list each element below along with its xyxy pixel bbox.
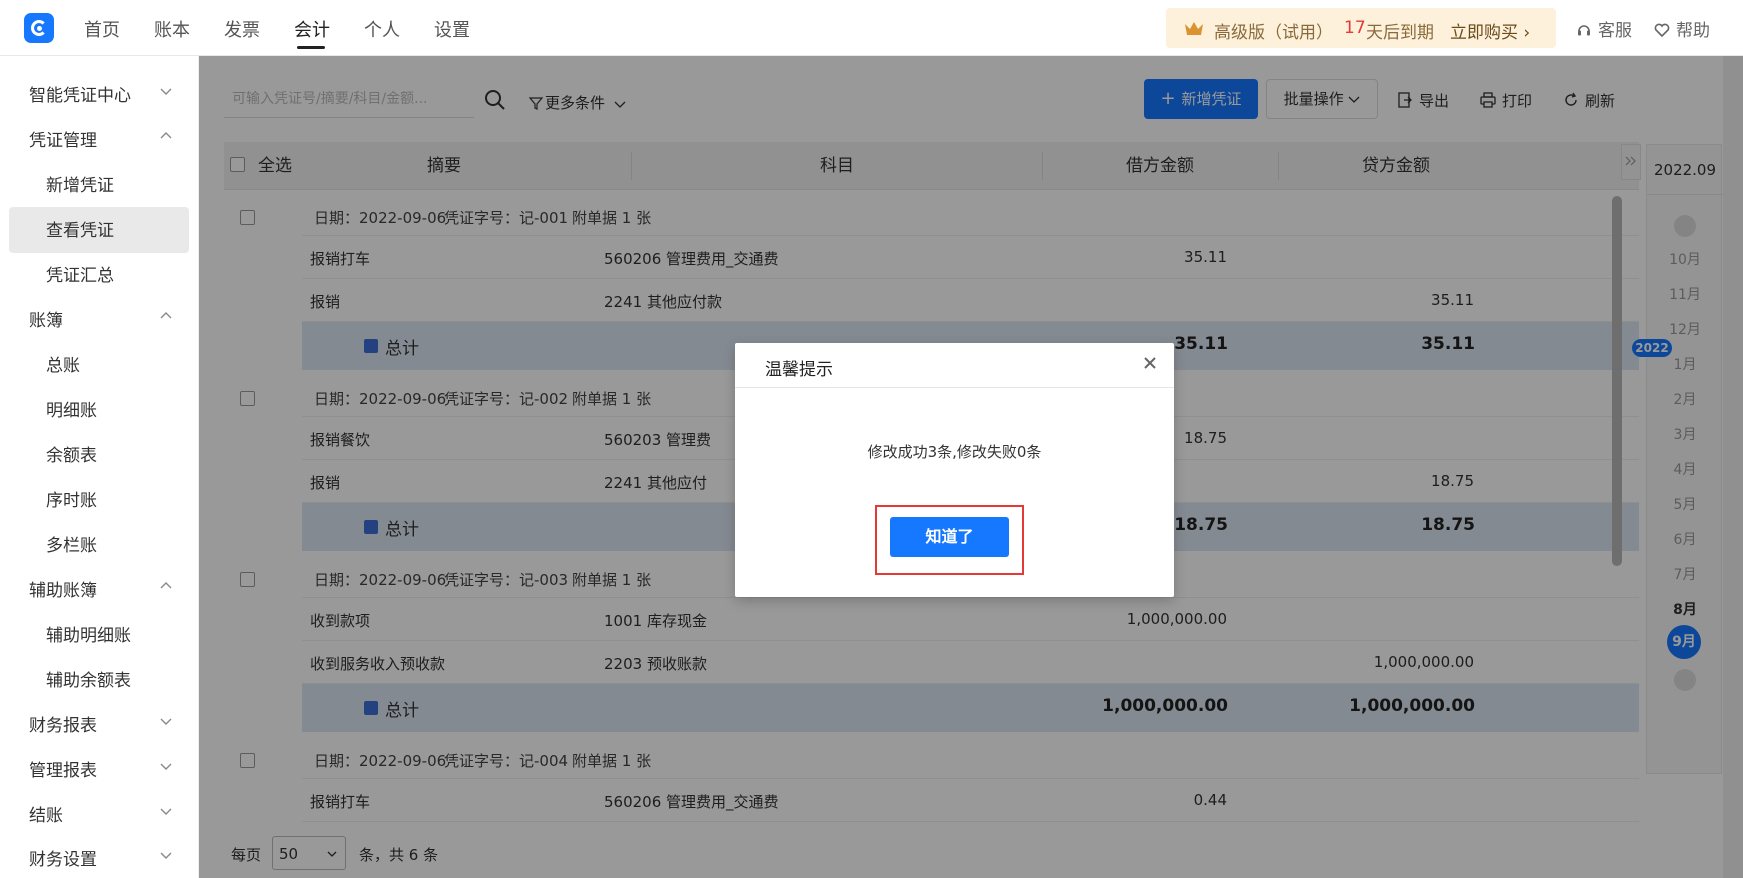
dialog-title: 温馨提示 bbox=[765, 360, 833, 380]
nav-item-home[interactable]: 首页 bbox=[84, 16, 120, 42]
headset-icon bbox=[1578, 25, 1590, 36]
app-logo-icon[interactable] bbox=[24, 13, 54, 43]
trial-days-remaining: 17 bbox=[1344, 18, 1366, 38]
buy-now-link[interactable]: 立即购买 › bbox=[1450, 18, 1530, 43]
nav-item-personal[interactable]: 个人 bbox=[364, 16, 400, 42]
active-nav-indicator bbox=[297, 46, 325, 49]
top-navigation-bar: 首页 账本 发票 会计 个人 设置 高级版（试用） 17 天后到期 立即购买 ›… bbox=[0, 0, 1743, 56]
buy-now-label: 立即购买 bbox=[1450, 23, 1518, 43]
close-icon[interactable] bbox=[1142, 355, 1158, 371]
crown-icon bbox=[1185, 22, 1203, 35]
trial-promo-banner[interactable]: 高级版（试用） 17 天后到期 立即购买 › bbox=[1166, 8, 1556, 48]
nav-item-settings[interactable]: 设置 bbox=[434, 16, 470, 42]
ok-button[interactable]: 知道了 bbox=[890, 517, 1009, 557]
customer-service-label: 客服 bbox=[1598, 21, 1632, 41]
trial-days-text: 天后到期 bbox=[1366, 23, 1434, 43]
nav-item-ledger[interactable]: 账本 bbox=[154, 16, 190, 42]
notice-dialog: 温馨提示 修改成功3条,修改失败0条 知道了 bbox=[735, 343, 1174, 597]
plan-version-label: 高级版（试用） bbox=[1214, 23, 1333, 43]
help-link[interactable]: 帮助 bbox=[1654, 16, 1710, 41]
heart-icon bbox=[1654, 23, 1670, 38]
sidebar-item-label: 查看凭证 bbox=[46, 221, 114, 241]
sidebar-overlay bbox=[0, 56, 199, 878]
nav-item-accounting[interactable]: 会计 bbox=[294, 16, 330, 42]
dialog-message: 修改成功3条,修改失败0条 bbox=[867, 443, 1042, 461]
dialog-divider bbox=[735, 387, 1174, 388]
help-label: 帮助 bbox=[1676, 21, 1710, 41]
customer-service-link[interactable]: 客服 bbox=[1576, 16, 1632, 41]
nav-item-invoice[interactable]: 发票 bbox=[224, 16, 260, 42]
